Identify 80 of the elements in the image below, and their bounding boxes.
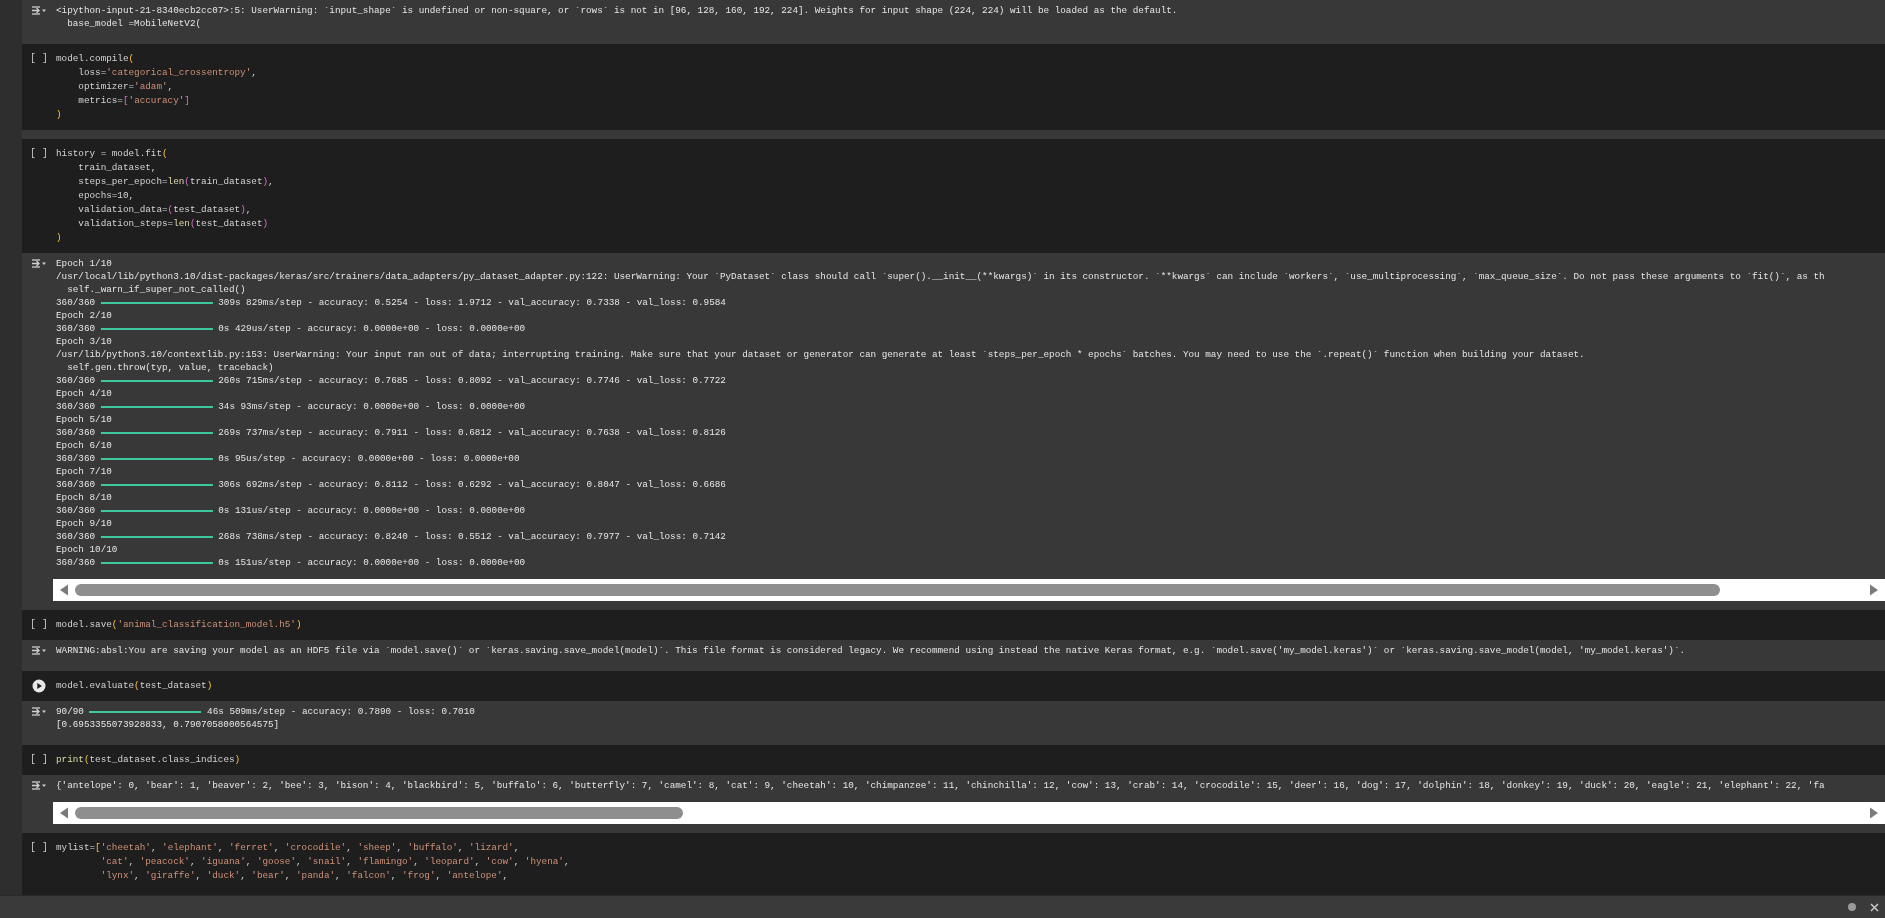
output-line: base_model =MobileNetV2(: [66, 17, 203, 30]
scroll-left-icon[interactable]: [59, 584, 69, 596]
output-line: Epoch 2/10: [56, 309, 113, 322]
code-line: train_dataset,: [77, 161, 158, 175]
output-toggle-icon[interactable]: [31, 706, 47, 717]
progress-count: 360/360: [56, 452, 96, 465]
horizontal-scrollbar[interactable]: [53, 802, 1885, 824]
progress-stats: 34s 93ms/step - accuracy: 0.0000e+00 - loss: 0.0000e+00: [218, 400, 526, 413]
status-dot-icon: [1848, 903, 1856, 911]
scrollbar-thumb[interactable]: [75, 584, 1720, 596]
output-line: self._warn_if_super_not_called(): [66, 283, 247, 296]
close-icon[interactable]: [1870, 902, 1879, 912]
output-line: {'antelope': 0, 'bear': 1, 'beaver': 2, 'bee': 3, 'bison': 4, 'blackbird': 5, 'buffalo': 6, 'butterfly': 7, 'camel': 8, 'cat': 9, 'cheetah': 10, 'chimpanzee': 11, 'chinchilla': 12, 'cow': 13, 'crab': 14, 'crocodile': 15, 'deer': 16, 'dog': 17, 'dolphin': 18, 'donkey': 19, 'duck': 20, 'eagle': 21, 'elephant': 22, 'fa: [56, 779, 1826, 792]
horizontal-scrollbar[interactable]: [53, 579, 1885, 601]
code-line: history = model.fit(: [56, 147, 169, 161]
output-toggle-icon[interactable]: [31, 5, 47, 16]
output-toggle-icon[interactable]: [31, 645, 47, 656]
progress-count: 90/90: [56, 705, 84, 718]
output-line: <ipython-input-21-8340ecb2cc07>:5: UserWarning: `input_shape` is undefined or non-square, or `rows` is not in [96, 128, 160, 192, 224]. Weights for input shape (224, 224) will be loaded as the default.: [56, 4, 1179, 17]
scroll-right-icon[interactable]: [1869, 807, 1879, 819]
code-line: ): [56, 231, 63, 245]
code-line: mylist=['cheetah', 'elephant', 'ferret', 'crocodile', 'sheep', 'buffalo', 'lizard',: [56, 841, 521, 855]
progress-count: 360/360: [56, 296, 96, 309]
progress-stats: 0s 95us/step - accuracy: 0.0000e+00 - loss: 0.0000e+00: [218, 452, 520, 465]
code-line: optimizer='adam',: [77, 80, 175, 94]
code-line: 'lynx', 'giraffe', 'duck', 'bear', 'panda', 'falcon', 'frog', 'antelope',: [99, 869, 510, 883]
progress-count: 360/360: [56, 504, 96, 517]
progress-stats: 269s 737ms/step - accuracy: 0.7911 - loss: 0.6812 - val_accuracy: 0.7638 - val_loss: 0.8126: [218, 426, 726, 439]
progress-stats: 0s 151us/step - accuracy: 0.0000e+00 - loss: 0.0000e+00: [218, 556, 526, 569]
progress-count: 360/360: [56, 530, 96, 543]
output-line: Epoch 8/10: [56, 491, 113, 504]
output-line: WARNING:absl:You are saving your model as an HDF5 file via `model.save()` or `keras.saving.save_model(model)`. This file format is considered legacy. We recommend using instead the native Keras format, e.g. `model.save('my_model.keras')` or `keras.saving.save_model(model, 'my_model.keras')`.: [56, 644, 1687, 657]
output-toggle-icon[interactable]: [31, 258, 47, 269]
progress-count: 360/360: [56, 400, 96, 413]
run-icon[interactable]: [32, 679, 46, 693]
code-line: 'cat', 'peacock', 'iguana', 'goose', 'snail', 'flamingo', 'leopard', 'cow', 'hyena',: [99, 855, 571, 869]
output-line: Epoch 7/10: [56, 465, 113, 478]
progress-stats: 260s 715ms/step - accuracy: 0.7685 - loss: 0.8092 - val_accuracy: 0.7746 - val_loss: 0.7722: [218, 374, 726, 387]
run-button[interactable]: [ ]: [30, 147, 48, 161]
output-line: Epoch 10/10: [56, 543, 119, 556]
output-toggle-icon[interactable]: [31, 780, 47, 791]
output-line: [0.6953355073928833, 0.7907058000564575]: [56, 718, 281, 731]
scroll-right-icon[interactable]: [1869, 584, 1879, 596]
progress-stats: 268s 738ms/step - accuracy: 0.8240 - loss: 0.5512 - val_accuracy: 0.7977 - val_loss: 0.7142: [218, 530, 726, 543]
output-line: Epoch 1/10: [56, 257, 113, 270]
run-button[interactable]: [ ]: [30, 52, 48, 66]
run-button[interactable]: [ ]: [30, 841, 48, 855]
code-line: print(test_dataset.class_indices): [56, 753, 242, 767]
progress-count: 360/360: [56, 374, 96, 387]
output-line: Epoch 4/10: [56, 387, 113, 400]
progress-stats: 306s 692ms/step - accuracy: 0.8112 - loss: 0.6292 - val_accuracy: 0.8047 - val_loss: 0.6686: [218, 478, 726, 491]
output-line: /usr/local/lib/python3.10/dist-packages/keras/src/trainers/data_adapters/py_dataset_adapter.py:122: UserWarning: Your `PyDataset` class should call `super().__init__(**kwargs)` in its constructor. `**kwargs` can include `workers`, `use_multiprocessing`, `max_queue_size`. Do not pass these arguments to `fit()`, as th: [56, 270, 1826, 283]
code-line: model.evaluate(test_dataset): [56, 679, 214, 693]
progress-stats: 46s 509ms/step - accuracy: 0.7890 - loss: 0.7010: [207, 705, 475, 718]
code-line: model.save('animal_classification_model.h5'): [56, 618, 303, 632]
code-line: validation_steps=len(test_dataset): [77, 217, 270, 231]
code-line: epochs=10,: [77, 189, 136, 203]
progress-count: 360/360: [56, 426, 96, 439]
code-line: model.compile(: [56, 52, 136, 66]
scroll-left-icon[interactable]: [59, 807, 69, 819]
progress-count: 360/360: [56, 556, 96, 569]
code-line: loss='categorical_crossentropy',: [77, 66, 258, 80]
code-line: ): [56, 108, 63, 122]
scrollbar-thumb[interactable]: [75, 807, 683, 819]
code-line: validation_data=(test_dataset),: [77, 203, 253, 217]
progress-stats: 309s 829ms/step - accuracy: 0.5254 - loss: 1.9712 - val_accuracy: 0.7338 - val_loss: 0.9584: [218, 296, 726, 309]
output-line: Epoch 6/10: [56, 439, 113, 452]
run-button[interactable]: [ ]: [30, 753, 48, 767]
progress-count: 360/360: [56, 478, 96, 491]
output-line: self.gen.throw(typ, value, traceback): [66, 361, 275, 374]
code-line: metrics=['accuracy']: [77, 94, 191, 108]
progress-stats: 0s 131us/step - accuracy: 0.0000e+00 - loss: 0.0000e+00: [218, 504, 526, 517]
output-line: Epoch 9/10: [56, 517, 113, 530]
run-button[interactable]: [ ]: [30, 618, 48, 632]
output-line: Epoch 5/10: [56, 413, 113, 426]
code-line: steps_per_epoch=len(train_dataset),: [77, 175, 275, 189]
output-line: Epoch 3/10: [56, 335, 113, 348]
progress-stats: 0s 429us/step - accuracy: 0.0000e+00 - loss: 0.0000e+00: [218, 322, 526, 335]
progress-count: 360/360: [56, 322, 96, 335]
output-line: /usr/lib/python3.10/contextlib.py:153: UserWarning: Your input ran out of data; interrupting training. Make sure that your dataset or generator can generate at least `steps_per_epoch * epochs` batches. You may need to use the `.repeat()` function when building your dataset.: [56, 348, 1586, 361]
